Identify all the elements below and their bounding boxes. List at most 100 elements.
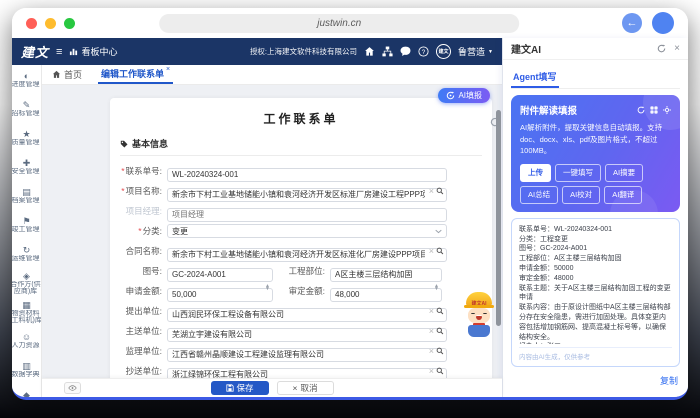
copy-button[interactable]: 复制: [660, 376, 678, 386]
maximize-window-button[interactable]: [64, 18, 75, 29]
ai-proofread-button[interactable]: AI校对: [562, 186, 600, 204]
sidebar-item-operations[interactable]: ↻运维管理: [12, 240, 41, 269]
gear-icon[interactable]: [663, 106, 671, 114]
form-footer: 保存 × 取消: [42, 378, 502, 397]
work-part-input[interactable]: [330, 268, 442, 282]
search-icon[interactable]: [436, 344, 444, 358]
archive-icon: ▤: [22, 188, 31, 197]
result-line: 联系内容：由于原设计图纸中A区主楼三层结构部分存在安全隐患，需进行加固处理。具体…: [519, 303, 672, 342]
sidebar-item-partners[interactable]: ◈合作方(供应商)库: [12, 269, 41, 298]
ai-summary-button[interactable]: AI摘要: [605, 164, 643, 182]
cancel-button[interactable]: × 取消: [277, 381, 334, 395]
breadcrumb-home[interactable]: 首页: [52, 65, 82, 84]
brand-badge[interactable]: 建文: [436, 44, 451, 59]
close-icon[interactable]: ×: [674, 43, 680, 54]
chevron-down-icon: [435, 229, 442, 234]
required-marker: *: [138, 226, 141, 236]
sidebar-item-dictionary[interactable]: ▥数据字典: [12, 356, 41, 385]
help-icon[interactable]: ?: [418, 46, 429, 57]
section-basic-info: 基本信息: [120, 137, 482, 156]
clear-icon[interactable]: ×: [429, 364, 434, 378]
number-stepper[interactable]: ▲▼: [434, 285, 439, 291]
ai-fill-button[interactable]: AI填报: [438, 88, 490, 103]
search-icon[interactable]: [436, 324, 444, 338]
ai-disclaimer: 内容由AI生成，仅供参考: [519, 347, 672, 361]
sidebar-item-product[interactable]: ◆产品库: [12, 385, 41, 397]
app-logo[interactable]: 建文: [21, 42, 49, 61]
close-window-button[interactable]: [26, 18, 37, 29]
preview-button[interactable]: [64, 382, 81, 394]
number-stepper[interactable]: ▲▼: [265, 285, 270, 291]
clear-icon[interactable]: ×: [429, 184, 434, 198]
applied-amount-input[interactable]: [167, 288, 273, 302]
project-name-input[interactable]: [167, 188, 447, 202]
form-row-project-name: *项目名称: ×: [120, 184, 447, 198]
sitemap-icon[interactable]: [382, 46, 393, 57]
tab-close-icon[interactable]: ×: [166, 66, 170, 73]
scrollbar-thumb[interactable]: [496, 110, 501, 326]
sidebar-item-hr[interactable]: ☺人力资源: [12, 327, 41, 356]
main-unit-input[interactable]: [167, 328, 447, 342]
one-click-fill-button[interactable]: 一键填写: [555, 164, 601, 182]
ai-panel-body: Agent填写 附件解读填报 AI解析附件，提取关键信息自动填报。支持doc、d…: [503, 60, 688, 397]
ai-conclusion-button[interactable]: AI总结: [520, 186, 558, 204]
form-row-main-unit: 主送单位: ×: [120, 324, 447, 338]
sidebar-item-quality[interactable]: ★质量管理: [12, 124, 41, 153]
sidebar-item-schedule[interactable]: ◐进度管理: [12, 66, 41, 95]
tab-edit-work-contact[interactable]: 编辑工作联系单×: [98, 65, 173, 84]
search-icon[interactable]: [436, 364, 444, 378]
sidebar-item-materials[interactable]: ▦物资材料(工料机)库: [12, 298, 41, 327]
approved-amount-input[interactable]: [330, 288, 442, 302]
ai-panel: 建文AI × Agent填写 附件解读填报: [502, 38, 688, 397]
app-root: 建文 ≡ 看板中心 授权:上海建文软件科技有限公司 ? 建文 鲁营造▼: [12, 38, 688, 397]
vertical-scrollbar[interactable]: [496, 99, 501, 376]
address-bar[interactable]: justwin.cn: [159, 14, 519, 33]
dashboard-center-link[interactable]: 看板中心: [69, 45, 117, 58]
ai-mascot[interactable]: 建文AI: [464, 292, 494, 344]
clear-icon[interactable]: ×: [429, 244, 434, 258]
required-marker: *: [121, 186, 124, 196]
search-icon[interactable]: [436, 184, 444, 198]
ai-panel-title: 建文AI: [511, 41, 541, 56]
hamburger-icon[interactable]: ≡: [56, 46, 62, 58]
safety-icon: ✚: [23, 159, 31, 168]
category-select[interactable]: 变更: [167, 224, 447, 238]
sidebar-item-bidding[interactable]: ✎招标管理: [12, 95, 41, 124]
upload-button[interactable]: 上传: [520, 164, 551, 182]
partners-icon: ◈: [23, 272, 30, 281]
card-buttons: 上传 一键填写 AI摘要 AI总结 AI校对 AI翻译: [520, 164, 671, 204]
quality-icon: ★: [22, 130, 30, 139]
ai-refresh-icon[interactable]: [637, 106, 645, 114]
back-button[interactable]: ←: [622, 13, 642, 33]
save-button[interactable]: 保存: [211, 381, 269, 395]
minimize-window-button[interactable]: [45, 18, 56, 29]
tag-icon: [120, 140, 128, 148]
sidebar-item-safety[interactable]: ✚安全管理: [12, 153, 41, 182]
dictionary-icon: ▥: [22, 362, 31, 371]
tab-agent-fill[interactable]: Agent填写: [511, 70, 559, 88]
contact-no-input[interactable]: [167, 168, 447, 182]
project-manager-input[interactable]: [167, 208, 447, 222]
proposing-unit-input[interactable]: [167, 308, 447, 322]
search-icon[interactable]: [436, 244, 444, 258]
refresh-icon[interactable]: [657, 44, 666, 53]
search-icon[interactable]: [436, 304, 444, 318]
breadcrumb: 首页 编辑工作联系单×: [42, 65, 502, 85]
contract-name-input[interactable]: [167, 248, 447, 262]
chat-icon[interactable]: [400, 46, 411, 57]
ai-translate-button[interactable]: AI翻译: [604, 186, 642, 204]
sidebar-item-completion[interactable]: ⚑竣工管理: [12, 211, 41, 240]
sidebar-item-archive[interactable]: ▤档案管理: [12, 182, 41, 211]
cc-unit-input[interactable]: [167, 368, 447, 379]
clear-icon[interactable]: ×: [429, 344, 434, 358]
grid-icon[interactable]: [650, 106, 658, 114]
profile-avatar[interactable]: [652, 12, 674, 34]
clear-icon[interactable]: ×: [429, 324, 434, 338]
mascot-body: [468, 325, 490, 337]
supervision-unit-input[interactable]: [167, 348, 447, 362]
required-marker: *: [121, 166, 124, 176]
home-icon[interactable]: [364, 46, 375, 57]
drawing-no-input[interactable]: [167, 268, 273, 282]
user-menu[interactable]: 鲁营造▼: [458, 45, 493, 58]
clear-icon[interactable]: ×: [429, 304, 434, 318]
